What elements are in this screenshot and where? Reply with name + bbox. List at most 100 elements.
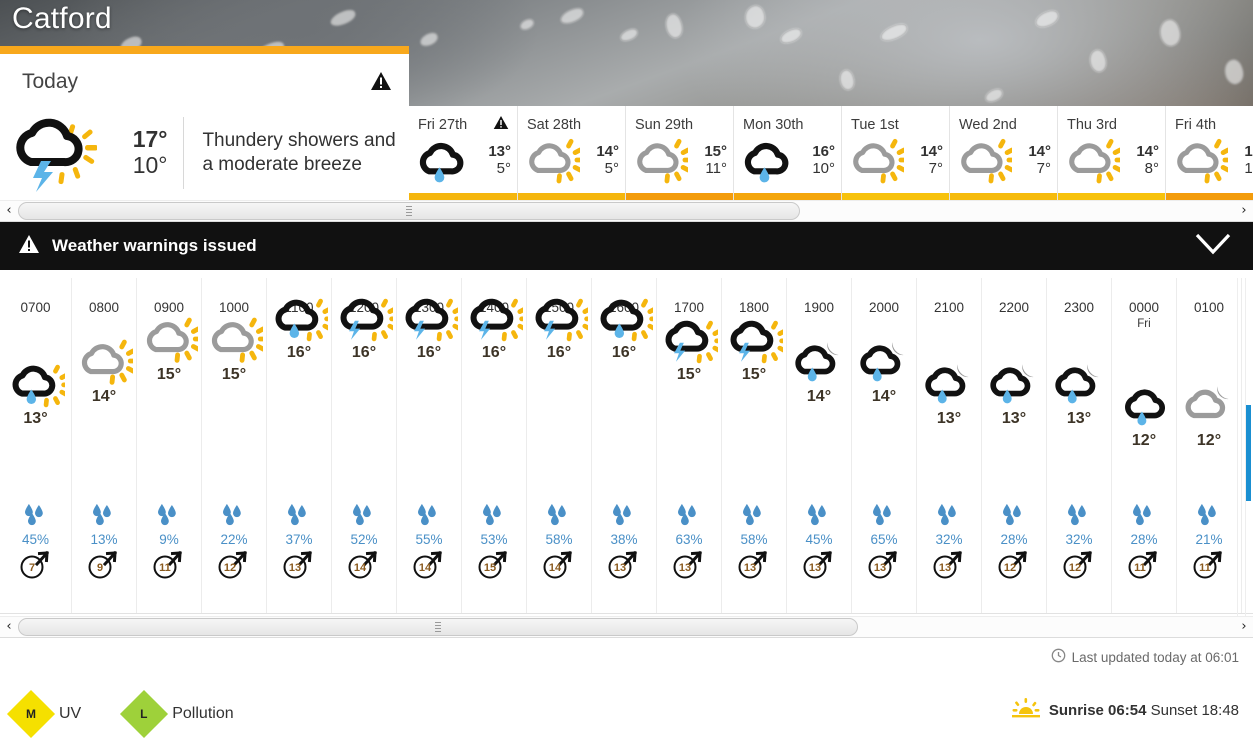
- day-name: Sat 28th: [527, 117, 582, 133]
- day-body: 14° 7°: [842, 135, 949, 184]
- day-name: Mon 30th: [743, 117, 804, 133]
- hour-time: 1000: [218, 300, 250, 315]
- hour-temperature: 15°: [676, 366, 702, 383]
- svg-text:13: 13: [679, 562, 691, 574]
- scroll-left-arrow[interactable]: ‹: [0, 200, 18, 222]
- svg-text:13: 13: [939, 562, 951, 574]
- hourly-horizontal-scrollbar[interactable]: ‹ ›: [0, 616, 1253, 638]
- today-summary-card[interactable]: Today 17° 10° Thundery showers and a mod…: [0, 46, 409, 200]
- hour-forecast-cell[interactable]: 1100 16° 37% 13: [267, 278, 334, 613]
- hour-forecast-cell[interactable]: 1900 14° 45% 13: [787, 278, 852, 613]
- hour-forecast-cell[interactable]: 1500 16° 58% 14: [527, 278, 594, 613]
- day-temperatures: 15° 11°: [704, 143, 727, 177]
- day-forecast-card[interactable]: Wed 2nd 14° 7°: [949, 106, 1057, 200]
- day-header: Thu 3rd: [1058, 115, 1165, 135]
- day-accent-bar: [950, 193, 1057, 200]
- hour-time: 0900: [153, 300, 185, 315]
- warning-triangle-icon[interactable]: [370, 71, 392, 96]
- hour-forecast-cell[interactable]: 1300 16° 55% 14: [397, 278, 464, 613]
- day-name: Fri 4th: [1175, 117, 1217, 133]
- day-forecast-card[interactable]: Sun 29th 15° 11°: [625, 106, 733, 200]
- hour-forecast-cell[interactable]: 0700 13° 45% 7: [0, 278, 72, 613]
- daily-horizontal-scrollbar[interactable]: ‹ ›: [0, 200, 1253, 222]
- day-name: Thu 3rd: [1067, 117, 1117, 133]
- hour-forecast-cell[interactable]: 1400 16° 53% 15: [462, 278, 529, 613]
- hour-forecast-cell[interactable]: 0900 15° 9% 11: [137, 278, 204, 613]
- day-forecast-card[interactable]: Mon 30th 16° 10°: [733, 106, 841, 200]
- hour-wind: 11: [1177, 550, 1241, 585]
- light-rain-night-icon: [787, 336, 851, 386]
- hour-temperature: 16°: [481, 344, 507, 361]
- hour-wind: 11: [137, 550, 201, 585]
- hour-forecast-cell[interactable]: 0800 14° 13% 9: [72, 278, 139, 613]
- light-rain-day-icon: [592, 292, 659, 342]
- hour-forecast-cell[interactable]: 0000 Fri 12° 28% 11: [1112, 278, 1177, 613]
- vertical-scrollbar-thumb[interactable]: [1246, 405, 1251, 501]
- scroll-thumb[interactable]: [18, 618, 858, 636]
- scroll-grip: [406, 206, 412, 216]
- hour-forecast-cell[interactable]: 2100 13° 32% 13: [917, 278, 982, 613]
- hour-wind: 9: [72, 550, 136, 585]
- sunrise-icon: [1011, 698, 1040, 722]
- day-accent-bar: [842, 193, 949, 200]
- scroll-thumb[interactable]: [18, 202, 800, 220]
- daily-forecast-strip[interactable]: Fri 27th 13° 5° Sat 28th 14° 5° Sun 29th 15° 11°…: [409, 106, 1253, 200]
- pollution-badge[interactable]: L Pollution: [120, 689, 234, 738]
- day-name: Fri 27th: [418, 117, 468, 133]
- scroll-track[interactable]: [18, 200, 1235, 222]
- hour-forecast-cell[interactable]: 1600 16° 38% 13: [592, 278, 659, 613]
- hour-precipitation-pct: 28%: [1130, 532, 1158, 547]
- hour-forecast-cell[interactable]: 1000 15° 22% 12: [202, 278, 269, 613]
- chevron-down-icon[interactable]: [1195, 233, 1231, 260]
- hourly-forecast-row[interactable]: 0700 13° 45% 7 0800 14° 13% 9 0900 15° 9% 11 1000 15°…: [0, 278, 1253, 613]
- hour-precipitation: 32%: [917, 504, 981, 547]
- today-low: 10°: [132, 152, 168, 178]
- day-forecast-card[interactable]: Sat 28th 14° 5°: [517, 106, 625, 200]
- hour-precipitation-pct: 21%: [1195, 532, 1223, 547]
- scroll-track[interactable]: [18, 616, 1235, 638]
- hour-forecast-cell[interactable]: 1200 16° 52% 14: [332, 278, 399, 613]
- day-forecast-card[interactable]: Tue 1st 14° 7°: [841, 106, 949, 200]
- hour-forecast-cell[interactable]: 2300 13° 32% 12: [1047, 278, 1112, 613]
- hour-temperature: 14°: [806, 388, 832, 405]
- clock-icon: [1051, 648, 1066, 666]
- day-forecast-card[interactable]: Fri 4th 15°10°: [1165, 106, 1253, 200]
- scroll-left-arrow[interactable]: ‹: [0, 616, 18, 638]
- hour-temperature: 15°: [221, 366, 247, 383]
- hour-precipitation: 28%: [982, 504, 1046, 547]
- hour-forecast-cell[interactable]: 2200 13° 28% 12: [982, 278, 1047, 613]
- hourly-forecast-panel[interactable]: 0700 13° 45% 7 0800 14° 13% 9 0900 15° 9% 11 1000 15°…: [0, 278, 1253, 614]
- hour-precipitation-pct: 45%: [805, 532, 833, 547]
- hour-forecast-cell[interactable]: 1700 15° 63% 13: [657, 278, 724, 613]
- scroll-right-arrow[interactable]: ›: [1235, 200, 1253, 222]
- today-weather-icon: [8, 114, 100, 192]
- day-low: 10°: [1244, 160, 1253, 177]
- hour-weather: 15°: [137, 314, 204, 384]
- sunset-label: Sunset 18:48: [1150, 701, 1239, 719]
- hour-weather: 12°: [1177, 380, 1241, 450]
- warning-triangle-icon[interactable]: [493, 115, 509, 135]
- day-low: 5°: [604, 160, 619, 177]
- hour-weather: 15°: [657, 314, 724, 384]
- hour-forecast-cell[interactable]: 0100 12° 21% 11: [1177, 278, 1242, 613]
- day-forecast-card[interactable]: Fri 27th 13° 5°: [409, 106, 517, 200]
- hour-forecast-cell[interactable]: 1800 15° 58% 13: [722, 278, 789, 613]
- day-body: 14° 7°: [950, 135, 1057, 184]
- hour-weather: 16°: [397, 292, 464, 362]
- day-forecast-card[interactable]: Thu 3rd 14° 8°: [1057, 106, 1165, 200]
- page-title: Catford: [12, 2, 112, 35]
- cloudy-night-icon: [1177, 380, 1241, 430]
- weather-warnings-banner[interactable]: Weather warnings issued: [0, 222, 1253, 270]
- day-accent-bar: [626, 193, 733, 200]
- svg-text:13: 13: [614, 562, 626, 574]
- hour-forecast-cell[interactable]: 2000 14° 65% 13: [852, 278, 917, 613]
- hour-precipitation: 45%: [0, 504, 71, 547]
- hour-wind: 15: [462, 550, 526, 585]
- uv-badge[interactable]: M UV: [6, 689, 81, 738]
- day-high: 15°: [704, 142, 727, 160]
- hour-temperature: 13°: [1001, 410, 1027, 427]
- svg-text:12: 12: [224, 562, 236, 574]
- hour-precipitation: 58%: [722, 504, 786, 547]
- day-high: 14°: [596, 142, 619, 160]
- scroll-right-arrow[interactable]: ›: [1235, 616, 1253, 638]
